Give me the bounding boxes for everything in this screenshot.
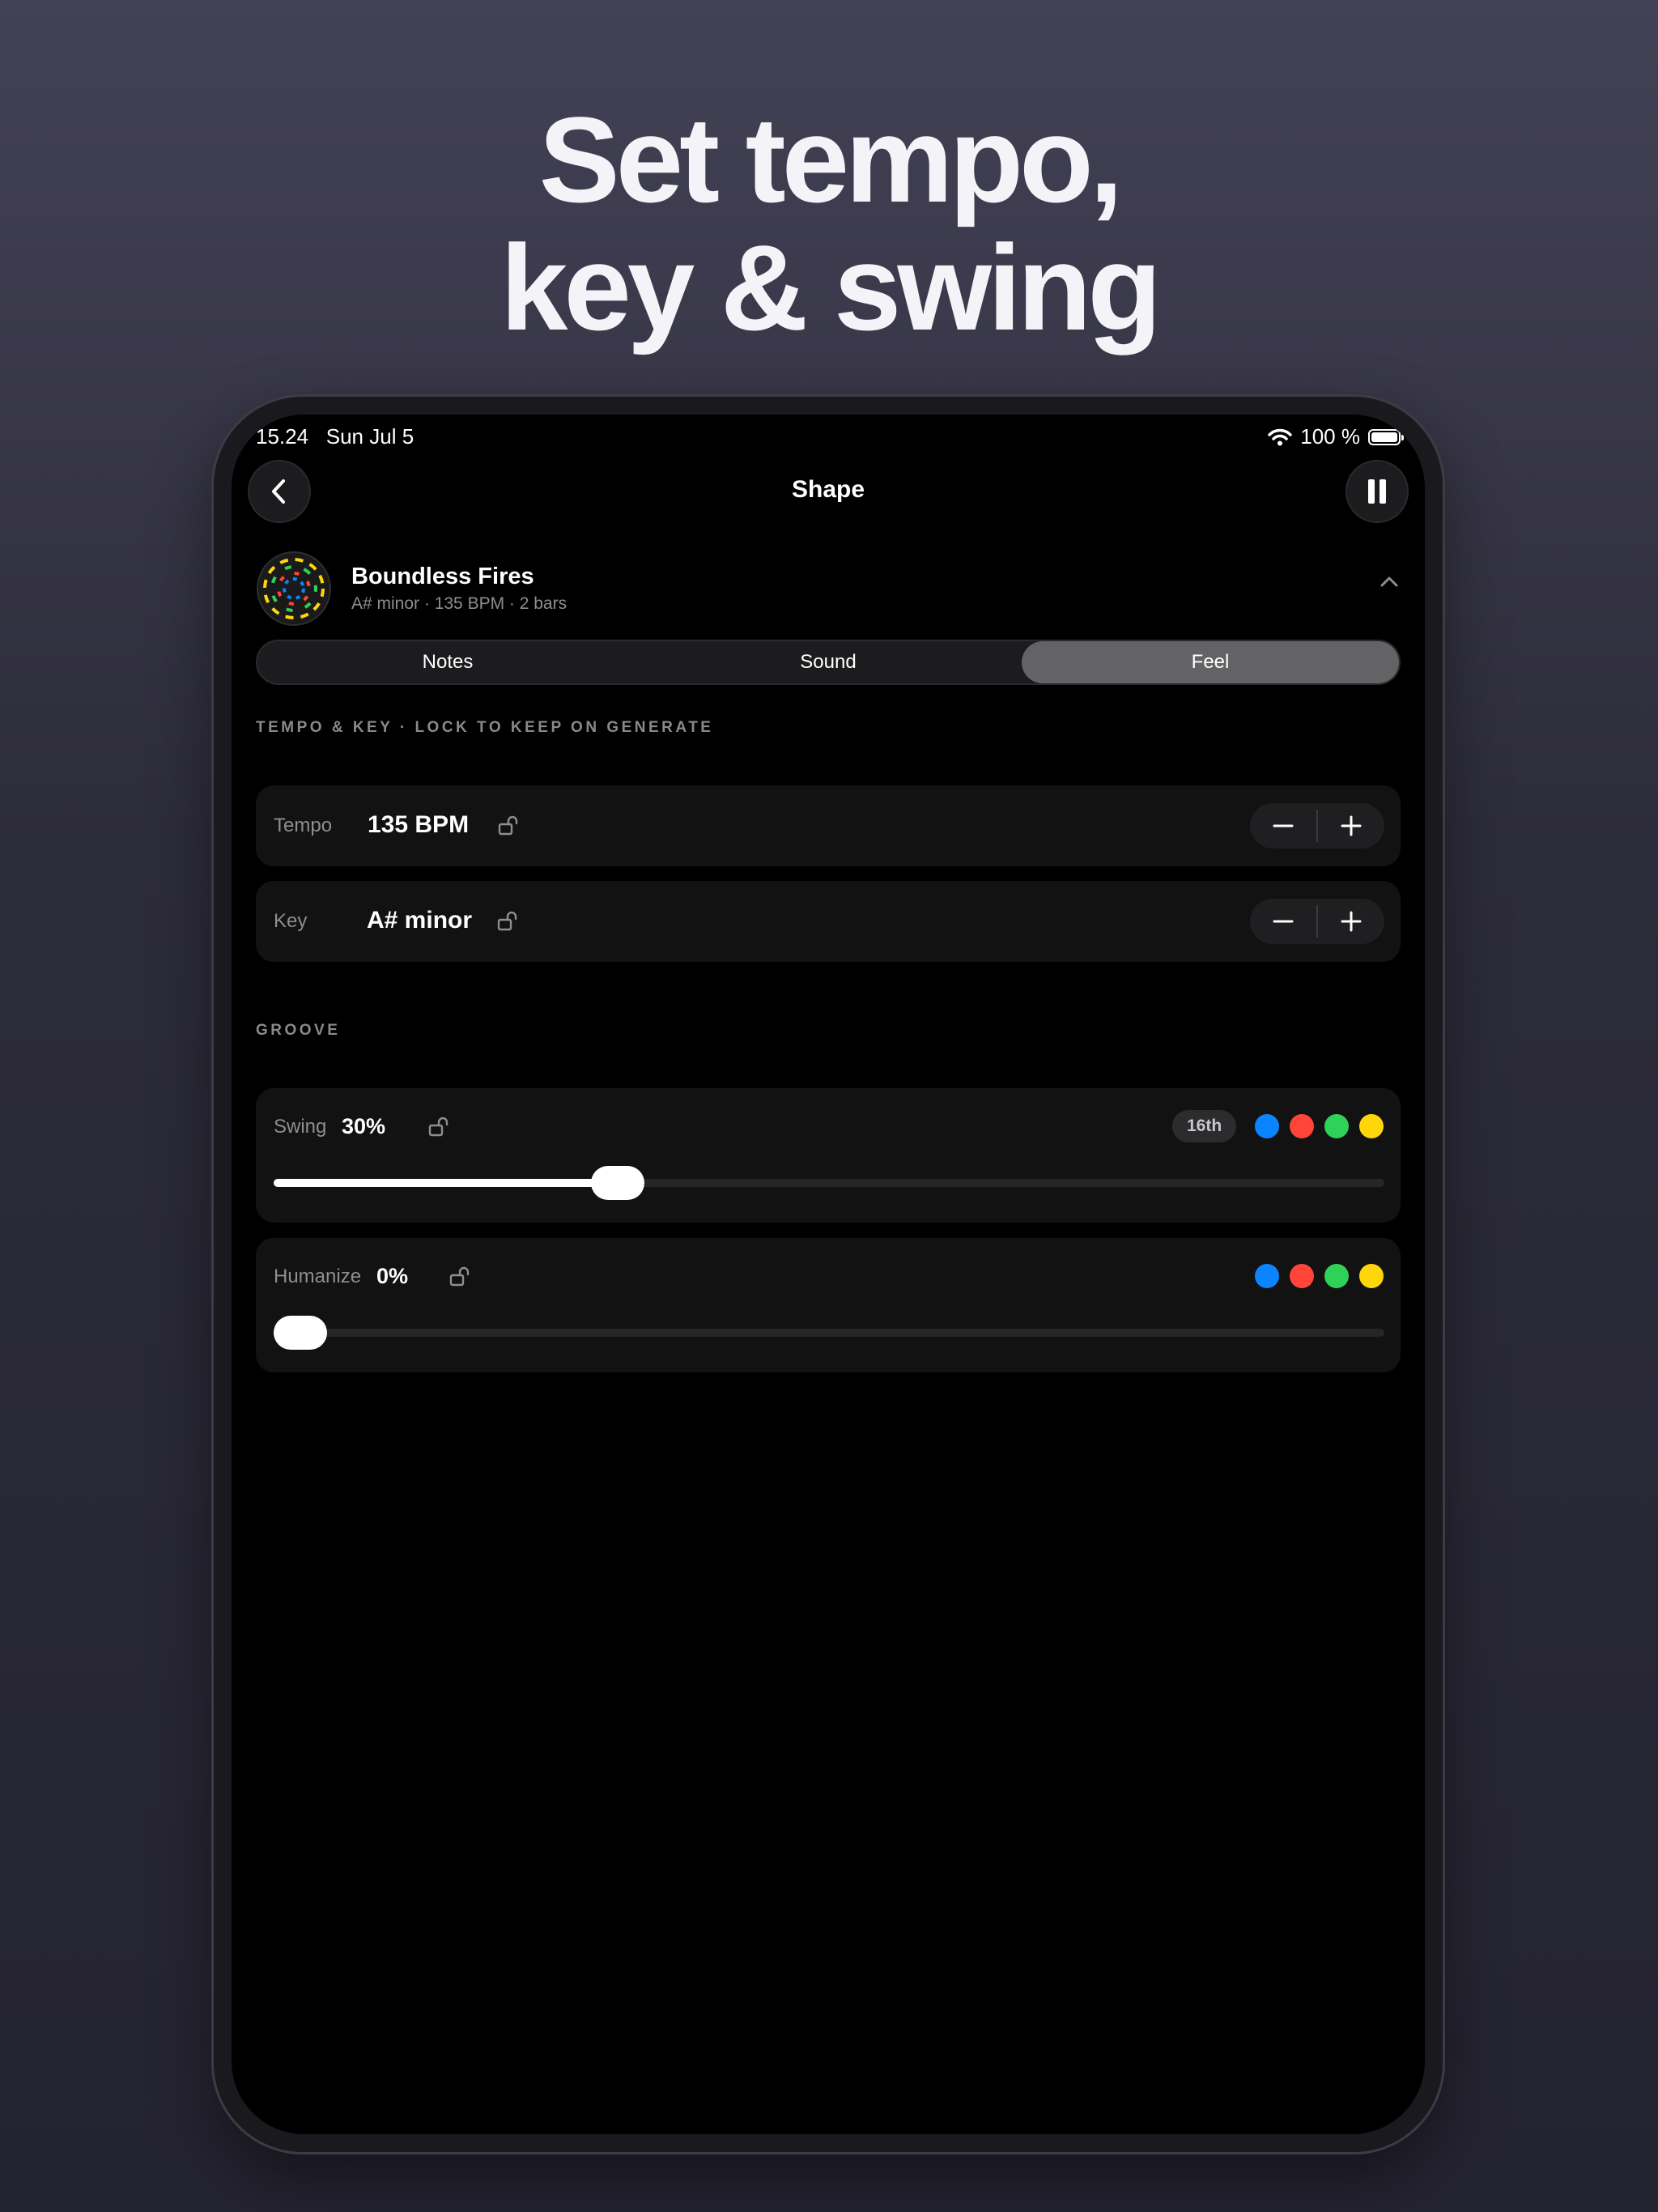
tempo-label: Tempo <box>274 815 333 836</box>
pause-button[interactable] <box>1346 460 1409 523</box>
key-label: Key <box>274 910 308 932</box>
tab-sound[interactable]: Sound <box>638 641 1018 683</box>
humanize-slider[interactable] <box>274 1329 1384 1337</box>
key-row: Key A# minor <box>256 881 1401 962</box>
key-decrement-button[interactable] <box>1250 899 1316 944</box>
tempo-value: 135 BPM <box>368 811 470 838</box>
track-meta: A# minor · 135 BPM · 2 bars <box>351 594 568 613</box>
humanize-value: 0% <box>376 1264 409 1288</box>
swing-row: Swing 30% 16th <box>256 1088 1401 1223</box>
swing-lock-button[interactable] <box>427 1116 450 1142</box>
key-stepper <box>1250 899 1384 944</box>
minus-icon <box>1273 920 1294 923</box>
track-name: Boundless Fires <box>351 564 534 589</box>
status-time: 15.24 Sun Jul 5 <box>256 424 414 449</box>
tempo-row: Tempo 135 BPM <box>256 785 1401 866</box>
tab-bar: Notes Sound Feel <box>256 640 1401 685</box>
track-artwork[interactable] <box>256 551 332 627</box>
pause-icon <box>1368 479 1386 504</box>
key-increment-button[interactable] <box>1318 899 1384 944</box>
humanize-row: Humanize 0% <box>256 1238 1401 1372</box>
humanize-slider-thumb[interactable] <box>274 1316 327 1350</box>
minus-icon <box>1273 824 1294 827</box>
swing-slider-thumb[interactable] <box>590 1166 644 1200</box>
battery-percent: 100 % <box>1300 424 1360 449</box>
unlocked-padlock-icon <box>428 1117 449 1137</box>
unlocked-padlock-icon <box>498 815 518 836</box>
track-toggle-green[interactable] <box>1324 1114 1349 1138</box>
swing-value: 30% <box>342 1114 386 1138</box>
headline-line-1: Set tempo, <box>538 91 1124 228</box>
headline-line-2: key & swing <box>500 219 1162 355</box>
swing-slider-fill <box>274 1179 618 1187</box>
tablet-frame: 15.24 Sun Jul 5 100 % Shape Boundless Fi… <box>214 397 1443 2152</box>
track-toggle-green[interactable] <box>1324 1264 1349 1288</box>
status-date: Sun Jul 5 <box>325 424 414 449</box>
track-toggle-yellow[interactable] <box>1359 1114 1384 1138</box>
tempo-lock-button[interactable] <box>497 815 520 841</box>
plus-icon <box>1341 815 1362 836</box>
swing-division-pill[interactable]: 16th <box>1172 1110 1237 1142</box>
humanize-lock-button[interactable] <box>449 1266 471 1292</box>
groove-section-label: GROOVE <box>256 1022 341 1039</box>
page-title: Shape <box>791 476 865 503</box>
track-toggle-red[interactable] <box>1290 1114 1314 1138</box>
track-toggle-yellow[interactable] <box>1359 1264 1384 1288</box>
track-toggle-blue[interactable] <box>1255 1114 1279 1138</box>
tempo-key-section-label: TEMPO & KEY · LOCK TO KEEP ON GENERATE <box>256 719 714 736</box>
status-clock: 15.24 <box>256 424 309 449</box>
track-toggle-blue[interactable] <box>1255 1264 1279 1288</box>
collapse-button[interactable] <box>1380 575 1399 592</box>
tab-feel[interactable]: Feel <box>1022 641 1399 683</box>
tempo-stepper <box>1250 803 1384 849</box>
battery-icon <box>1368 428 1404 445</box>
chevron-up-icon <box>1380 576 1398 587</box>
tempo-decrement-button[interactable] <box>1250 803 1316 849</box>
swing-slider[interactable] <box>274 1179 1384 1187</box>
app-screen: 15.24 Sun Jul 5 100 % Shape Boundless Fi… <box>232 415 1425 2134</box>
track-toggle-red[interactable] <box>1290 1264 1314 1288</box>
key-value: A# minor <box>367 907 473 934</box>
status-indicators: 100 % <box>1268 424 1404 449</box>
unlocked-padlock-icon <box>497 911 517 931</box>
tab-notes[interactable]: Notes <box>257 641 638 683</box>
swing-label: Swing <box>274 1116 327 1138</box>
tempo-increment-button[interactable] <box>1318 803 1384 849</box>
key-lock-button[interactable] <box>496 910 519 937</box>
humanize-label: Humanize <box>274 1266 362 1287</box>
headline: Set tempo, key & swing <box>0 96 1658 351</box>
wifi-icon <box>1268 428 1293 445</box>
plus-icon <box>1341 911 1362 932</box>
track-ring-icon <box>257 551 331 626</box>
unlocked-padlock-icon <box>449 1266 470 1287</box>
